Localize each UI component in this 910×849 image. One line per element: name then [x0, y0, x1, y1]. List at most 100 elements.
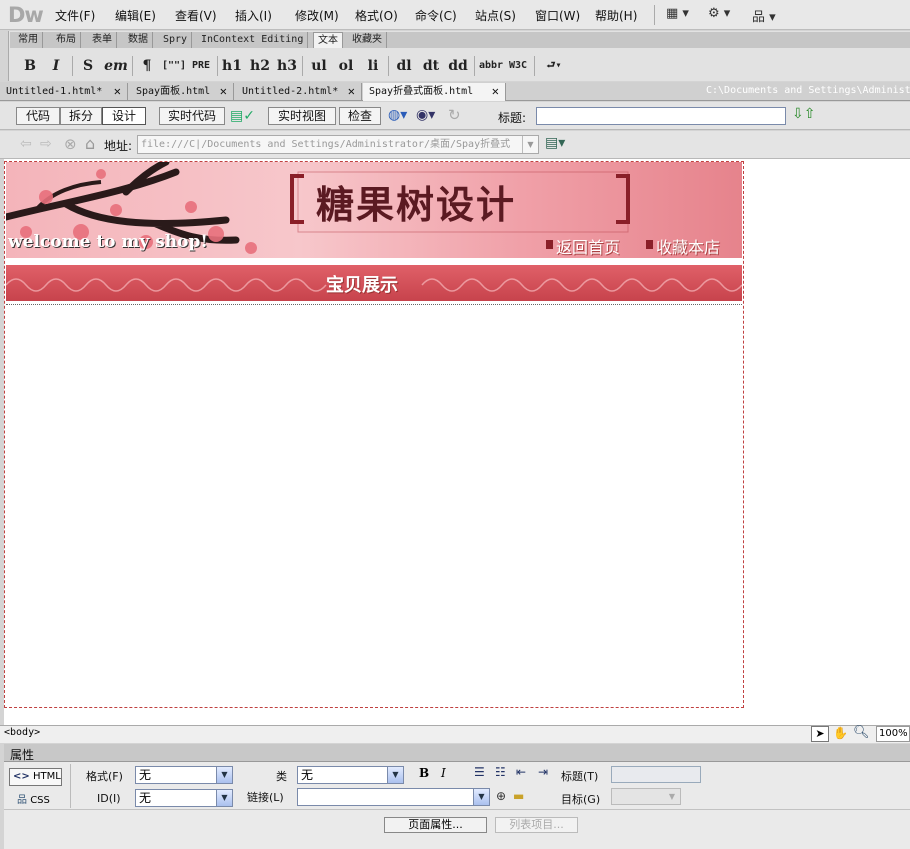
acronym-tool[interactable]: W3C — [506, 55, 530, 77]
inspect-button[interactable]: 检查 — [339, 107, 381, 125]
design-view-button[interactable]: 设计 — [102, 107, 146, 125]
bold-tool[interactable]: B — [20, 55, 40, 77]
title-input[interactable] — [536, 107, 786, 125]
insert-tab-incontext[interactable]: InContext Editing — [197, 32, 309, 48]
characters-icon[interactable]: ⮐▾ — [540, 55, 568, 77]
hand-icon[interactable]: ✋ — [833, 726, 848, 740]
h3-tool[interactable]: h3 — [276, 55, 298, 77]
tag-selector[interactable]: <body> — [4, 727, 40, 738]
link-input[interactable]: ▼ — [297, 788, 490, 806]
format-select[interactable]: 无 ▼ — [135, 766, 233, 784]
menu-divider — [654, 5, 655, 25]
class-select[interactable]: 无 ▼ — [297, 766, 404, 784]
doc-tab-untitled-2[interactable]: Untitled-2.html* ✕ — [236, 83, 362, 101]
home-icon[interactable]: ⌂ — [85, 134, 95, 153]
forward-icon[interactable]: ⇨ — [40, 136, 52, 152]
globe-icon[interactable]: ◍▾ — [388, 107, 407, 123]
browser-options-icon[interactable]: ▤▾ — [545, 135, 565, 151]
menu-site[interactable]: 站点(S) — [475, 7, 516, 24]
site-icon[interactable]: 品 ▾ — [752, 6, 776, 25]
point-to-file-icon[interactable]: ⊕ — [496, 789, 506, 803]
dt-tool[interactable]: dt — [420, 55, 442, 77]
css-icon: 品 — [17, 795, 27, 806]
doc-tab-spay-panel[interactable]: Spay面板.html ✕ — [130, 83, 234, 101]
ordered-list-icon[interactable]: ☷ — [495, 765, 506, 779]
zoom-select[interactable]: 100% — [876, 726, 910, 742]
live-view-button[interactable]: 实时视图 — [268, 107, 336, 125]
close-icon[interactable]: ✕ — [220, 83, 227, 100]
live-code-button[interactable]: 实时代码 — [159, 107, 225, 125]
menu-file[interactable]: 文件(F) — [55, 7, 95, 24]
li-tool[interactable]: li — [362, 55, 384, 77]
close-icon[interactable]: ✕ — [348, 83, 355, 100]
doc-tab-untitled-1[interactable]: Untitled-1.html* ✕ — [0, 83, 128, 101]
menu-edit[interactable]: 编辑(E) — [115, 7, 156, 24]
ol-tool[interactable]: ol — [335, 55, 357, 77]
document-path: C:\Documents and Settings\Administ — [706, 85, 910, 96]
dl-tool[interactable]: dl — [393, 55, 415, 77]
address-input[interactable]: file:///C|/Documents and Settings/Admini… — [137, 135, 539, 154]
menu-window[interactable]: 窗口(W) — [535, 7, 580, 24]
doc-tab-spay-accordion[interactable]: Spay折叠式面板.html ✕ — [363, 83, 506, 101]
blockquote-tool[interactable]: [""] — [161, 55, 187, 77]
format-label: 格式(F) — [86, 770, 123, 783]
bold-button[interactable]: B — [419, 766, 429, 780]
dd-tool[interactable]: dd — [447, 55, 469, 77]
chevron-down-icon[interactable]: ▼ — [522, 136, 538, 153]
css-mode-button[interactable]: 品 CSS — [17, 791, 50, 806]
close-icon[interactable]: ✕ — [114, 83, 121, 100]
paragraph-tool[interactable]: ¶ — [137, 55, 157, 77]
menu-insert[interactable]: 插入(I) — [235, 7, 272, 24]
code-view-button[interactable]: 代码 — [16, 107, 60, 125]
insert-tab-favorites[interactable]: 收藏夹 — [348, 32, 387, 48]
menu-view[interactable]: 查看(V) — [175, 7, 217, 24]
pre-tool[interactable]: PRE — [190, 55, 212, 77]
file-transfer-icon[interactable]: ⇩⇧ — [792, 106, 815, 122]
home-link[interactable]: 返回首页 — [556, 234, 620, 258]
browser-check-icon[interactable]: ▤✓ — [230, 108, 255, 124]
pointer-icon[interactable]: ➤ — [811, 726, 829, 742]
chevron-down-icon: ▼ — [387, 767, 403, 783]
italic-button[interactable]: I — [441, 766, 446, 780]
favorite-link[interactable]: 收藏本店 — [656, 234, 720, 258]
unordered-list-icon[interactable]: ☰ — [474, 765, 485, 779]
menu-help[interactable]: 帮助(H) — [595, 7, 637, 24]
layout-icon[interactable]: ▦ ▾ — [666, 6, 689, 21]
list-item-button[interactable]: 列表项目... — [495, 817, 578, 833]
gear-icon[interactable]: ⚙ ▾ — [708, 6, 730, 21]
heading-input[interactable] — [611, 766, 701, 783]
strong-tool[interactable]: S — [78, 55, 98, 77]
html-mode-button[interactable]: <> HTML — [9, 768, 62, 786]
insert-tab-forms[interactable]: 表单 — [88, 32, 117, 48]
zoom-icon[interactable]: 🔍︎ — [853, 725, 870, 740]
menu-format[interactable]: 格式(O) — [355, 7, 398, 24]
h1-tool[interactable]: h1 — [221, 55, 243, 77]
ul-tool[interactable]: ul — [308, 55, 330, 77]
outdent-icon[interactable]: ⇤ — [516, 765, 526, 779]
insert-tab-common[interactable]: 常用 — [14, 32, 43, 48]
insert-tab-layout[interactable]: 布局 — [52, 32, 81, 48]
h2-tool[interactable]: h2 — [249, 55, 271, 77]
visual-aids-icon[interactable]: ◉▾ — [416, 107, 435, 123]
insert-tab-data[interactable]: 数据 — [124, 32, 153, 48]
properties-title[interactable]: 属性 — [10, 746, 34, 763]
page-properties-button[interactable]: 页面属性... — [384, 817, 487, 833]
heading-label: 标题(T) — [561, 770, 599, 783]
back-icon[interactable]: ⇦ — [20, 136, 32, 152]
italic-tool[interactable]: I — [46, 55, 66, 77]
target-select[interactable]: ▼ — [611, 788, 681, 805]
stop-icon[interactable]: ⊗ — [64, 135, 77, 153]
em-tool[interactable]: em — [104, 55, 128, 77]
refresh-icon[interactable]: ↻ — [448, 106, 461, 124]
split-view-button[interactable]: 拆分 — [60, 107, 102, 125]
menu-modify[interactable]: 修改(M) — [295, 7, 339, 24]
id-select[interactable]: 无 ▼ — [135, 789, 233, 807]
insert-tab-text[interactable]: 文本 — [313, 32, 343, 48]
tool-divider — [217, 56, 218, 76]
insert-tab-spry[interactable]: Spry — [159, 32, 193, 48]
close-icon[interactable]: ✕ — [492, 83, 499, 100]
menu-commands[interactable]: 命令(C) — [415, 7, 457, 24]
abbr-tool[interactable]: abbr — [479, 55, 503, 77]
indent-icon[interactable]: ⇥ — [538, 765, 548, 779]
folder-icon[interactable]: ▬ — [513, 789, 524, 803]
